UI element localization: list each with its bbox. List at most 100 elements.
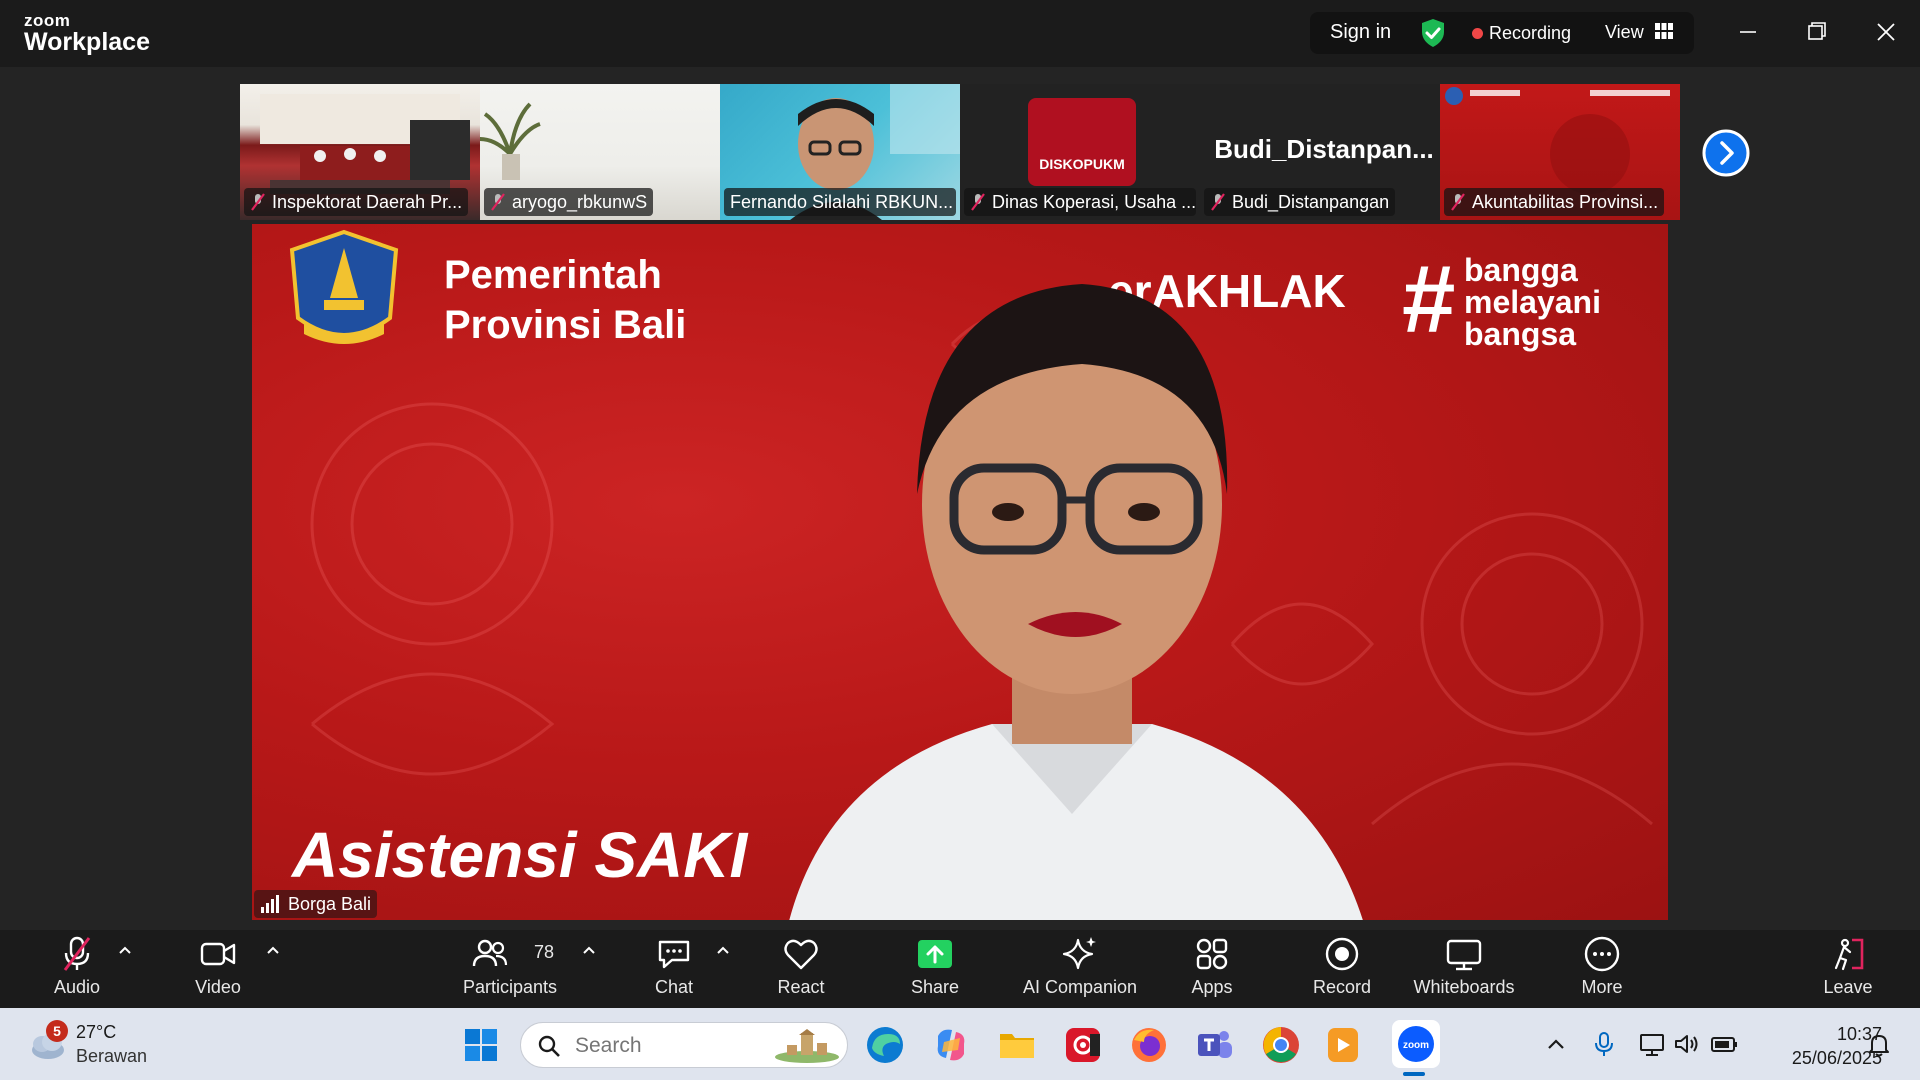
search-input[interactable] [575,1031,775,1061]
heart-icon [784,939,818,970]
participant-strip: Inspektorat Daerah Pr... aryogo_rbkunwS … [240,84,1680,220]
weather-temperature[interactable]: 27°C [76,1022,116,1043]
react-button[interactable]: React [777,930,825,1008]
record-icon [1325,937,1359,971]
copilot-icon[interactable] [930,1024,972,1066]
zoom-workplace-logo: zoom Workplace [24,12,150,55]
meeting-toolbar: Audio Video Participants 78 Chat React S… [0,930,1920,1008]
windows-taskbar: 5 27°C Berawan Search zoom 10:37 25/06/2… [0,1008,1920,1080]
participants-label: Participants [462,977,558,997]
more-button[interactable]: More [1580,930,1624,1008]
weather-alert-badge: 5 [46,1020,68,1042]
more-label: More [1581,977,1623,997]
active-app-indicator [1403,1072,1425,1076]
active-speaker-video[interactable]: Pemerintah Provinsi Bali erAKHLAK # bang… [252,224,1668,920]
sign-in-button[interactable]: Sign in [1330,21,1391,44]
edge-browser-icon[interactable] [864,1024,906,1066]
leave-label: Leave [1823,977,1873,997]
microphone-tray-icon[interactable] [1590,1030,1618,1058]
system-clock[interactable]: 10:37 25/06/2025 [1762,1022,1882,1071]
notification-bell-icon[interactable] [1866,1032,1892,1058]
taskbar-search-box[interactable] [520,1022,848,1068]
participant-tile[interactable]: DISKOPUKM Dinas Koperasi, Usaha ... [960,84,1200,220]
participant-tile[interactable]: Akuntabilitas Provinsi... [1440,84,1680,220]
video-button[interactable]: Video [186,930,250,1008]
zoom-app-icon: zoom [1398,1026,1434,1062]
view-button[interactable]: View [1605,22,1644,43]
windows-start-icon[interactable] [464,1028,498,1062]
video-options-chevron-icon[interactable] [265,944,281,956]
volume-icon[interactable] [1672,1030,1700,1058]
ai-companion-button[interactable]: AI Companion [1020,930,1140,1008]
muted-mic-icon [1211,193,1225,211]
network-icon[interactable] [1638,1030,1666,1058]
participant-name: Akuntabilitas Provinsi... [1472,191,1659,212]
close-button[interactable] [1866,14,1906,50]
search-highlight-image [775,1029,839,1063]
teams-icon[interactable] [1194,1024,1236,1066]
muted-mic-icon [251,193,265,211]
minimize-button[interactable] [1728,14,1768,50]
signal-strength-icon [261,895,279,913]
leave-button[interactable]: Leave [1822,930,1874,1008]
participant-name: aryogo_rbkunwS [512,191,648,212]
svg-text:zoom: zoom [1403,1040,1429,1051]
ai-companion-label: AI Companion [1022,977,1138,997]
chat-label: Chat [654,977,694,997]
next-page-button[interactable] [1702,129,1750,177]
zoom-taskbar-button[interactable]: zoom [1392,1020,1440,1068]
audio-options-chevron-icon[interactable] [117,944,133,956]
participant-name: Budi_Distanpangan [1232,191,1390,212]
brand-small: zoom [24,11,71,30]
apps-icon [1196,938,1228,970]
restore-button[interactable] [1797,14,1837,50]
battery-icon[interactable] [1710,1030,1738,1058]
chrome-icon[interactable] [1260,1024,1302,1066]
participant-tile[interactable]: Fernando Silalahi RBKUN... [720,84,960,220]
screen-recorder-icon[interactable] [1062,1024,1104,1066]
sparkle-icon [1062,937,1096,970]
shield-check-icon[interactable] [1420,18,1446,48]
participants-options-chevron-icon[interactable] [581,944,597,956]
audio-button[interactable]: Audio [44,930,110,1008]
participant-name-label: aryogo_rbkunwS [484,188,654,216]
participant-tile[interactable]: Inspektorat Daerah Pr... [240,84,480,220]
title-bar: zoom Workplace Sign in Recording View [0,0,1920,67]
participant-display-name: Budi_Distanpan... [1214,134,1434,164]
share-button[interactable]: Share [910,930,960,1008]
chat-button[interactable]: Chat [652,930,696,1008]
clock-date: 25/06/2025 [1791,1048,1882,1069]
clock-time: 10:37 [1836,1024,1882,1044]
search-icon [538,1035,560,1057]
apps-label: Apps [1191,977,1233,997]
leave-door-icon [1834,938,1864,971]
whiteboard-icon [1446,939,1482,971]
logo-text: DISKOPUKM [1039,156,1125,172]
media-player-icon[interactable] [1322,1024,1364,1066]
bali-province-emblem [289,229,399,344]
participant-tile[interactable]: aryogo_rbkunwS [480,84,720,220]
record-button[interactable]: Record [1310,930,1374,1008]
record-label: Record [1312,977,1372,997]
speaker-name: Borga Bali [288,893,372,914]
whiteboards-button[interactable]: Whiteboards [1410,930,1518,1008]
file-explorer-icon[interactable] [996,1024,1038,1066]
share-label: Share [910,977,960,997]
participant-name-label: Fernando Silalahi RBKUN... [724,188,956,216]
participant-name: Inspektorat Daerah Pr... [272,191,463,212]
chevron-up-icon[interactable] [1542,1030,1570,1058]
muted-mic-icon [491,193,505,211]
participant-name-label: Dinas Koperasi, Usaha ... [964,188,1196,216]
firefox-icon[interactable] [1128,1024,1170,1066]
participant-tile[interactable]: Budi_Distanpan... Budi_Distanpangan [1200,84,1440,220]
chat-options-chevron-icon[interactable] [715,944,731,956]
audio-label: Audio [53,977,101,997]
participant-name: Fernando Silalahi RBKUN... [730,191,954,212]
recording-indicator[interactable]: Recording [1489,23,1571,44]
share-screen-icon [918,940,952,968]
muted-microphone-icon [63,936,91,971]
apps-button[interactable]: Apps [1190,930,1234,1008]
weather-condition[interactable]: Berawan [76,1046,147,1067]
video-camera-icon [200,942,236,966]
muted-mic-icon [1451,193,1465,211]
